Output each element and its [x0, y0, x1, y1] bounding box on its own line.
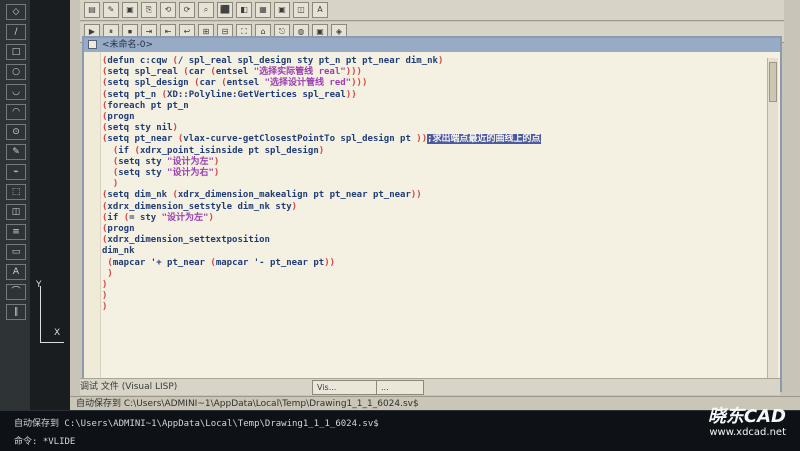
- visual-lisp-ide: ▤ ✎ ▣ ⎘ ⟲ ⟳ ⌕ ⬛ ◧ ▦ ▣ ◫ A ▶ ⏸ ⏹ ⇥ ⇤ ↩ ⊞ ⊟ ⛶ ⌂ ⎋ ◍ ▣ ◈ <未命名-0> (de…: [70, 0, 800, 410]
- code-line: (setq spl_design (car (entsel "选择设计管线 re…: [102, 78, 368, 89]
- code-line: ): [107, 268, 113, 279]
- command-history-line: 自动保存到 C:\Users\ADMINI~1\AppData\Local\Te…: [14, 419, 379, 429]
- autocad-left-toolbar: ◇ / □ ○ ◡ ◠ ⊙ ✎ ⌁ ⬚ ◫ ≡ ▭ A ⌒ ∥: [0, 0, 31, 410]
- scroll-thumb[interactable]: [769, 62, 777, 102]
- ucs-y-label: Y: [36, 280, 42, 290]
- code-area[interactable]: (defun c:cqw (/ spl_real spl_design sty …: [102, 56, 742, 314]
- code-line: ): [112, 179, 119, 190]
- code-line: (if (xdrx_point_isinside pt spl_design): [112, 145, 325, 156]
- code-line: (xdrx_dimension_settextposition: [102, 235, 270, 246]
- toolbar-button[interactable]: ▣: [122, 2, 138, 18]
- autocad-tool-icon[interactable]: ⊙: [6, 124, 26, 140]
- autocad-tool-icon[interactable]: ✎: [6, 144, 26, 160]
- toolbar-button[interactable]: ⟳: [179, 2, 195, 18]
- code-line: (xdrx_dimension_setstyle dim_nk sty): [102, 201, 298, 212]
- taskbar-item-2[interactable]: ...: [376, 380, 424, 395]
- editor-title: <未命名-0>: [102, 40, 154, 50]
- watermark: 晓东CAD www.xdcad.net: [666, 402, 786, 446]
- code-line: (if (= sty "设计为左"): [102, 212, 214, 223]
- autocad-tool-icon[interactable]: A: [6, 264, 26, 280]
- editor-body[interactable]: (defun c:cqw (/ spl_real spl_design sty …: [84, 52, 780, 388]
- watermark-brand: 晓东CAD: [707, 406, 786, 427]
- autocad-tool-icon[interactable]: /: [6, 24, 26, 40]
- code-line: (setq sty nil): [102, 123, 178, 134]
- toolbar-button[interactable]: ▣: [274, 2, 290, 18]
- autocad-tool-icon[interactable]: ≡: [6, 224, 26, 240]
- toolbar-button[interactable]: ▤: [84, 2, 100, 18]
- toolbar-button[interactable]: ⌕: [198, 2, 214, 18]
- autocad-tool-icon[interactable]: □: [6, 44, 26, 60]
- taskbar-item-1[interactable]: Vis...: [312, 380, 378, 395]
- autocad-tool-icon[interactable]: ∥: [6, 304, 26, 320]
- toolbar-button[interactable]: ▦: [255, 2, 271, 18]
- ucs-icon: Y X: [36, 280, 66, 350]
- toolbar-button[interactable]: A: [312, 2, 328, 18]
- code-line: (setq pt_n (XD::Polyline:GetVertices spl…: [102, 89, 357, 100]
- code-line: (defun c:cqw (/ spl_real spl_design sty …: [102, 56, 444, 66]
- toolbar-button[interactable]: ✎: [103, 2, 119, 18]
- code-line: dim_nk: [102, 246, 135, 257]
- vertical-scrollbar[interactable]: [767, 58, 778, 382]
- vlide-status-text: 调试 文件 (Visual LISP): [80, 382, 178, 392]
- code-line: (mapcar '+ pt_near (mapcar '- pt_near pt…: [107, 257, 336, 268]
- document-icon: [88, 40, 97, 49]
- autocad-tool-icon[interactable]: ◡: [6, 84, 26, 100]
- toolbar-button[interactable]: ◫: [293, 2, 309, 18]
- code-line: (setq sty "设计为右"): [112, 168, 220, 179]
- autocad-tool-icon[interactable]: ⌒: [6, 284, 26, 300]
- autocad-tool-icon[interactable]: ⬚: [6, 184, 26, 200]
- autocad-tool-icon[interactable]: ▭: [6, 244, 26, 260]
- code-line: (setq spl_real (car (entsel "选择实际管线 real…: [102, 67, 362, 78]
- autocad-tool-icon[interactable]: ○: [6, 64, 26, 80]
- vlide-toolbar-row-1: ▤ ✎ ▣ ⎘ ⟲ ⟳ ⌕ ⬛ ◧ ▦ ▣ ◫ A: [80, 0, 784, 21]
- code-line: ): [102, 280, 108, 291]
- code-line: (foreach pt pt_n: [102, 100, 189, 111]
- autocad-tool-icon[interactable]: ◠: [6, 104, 26, 120]
- watermark-url: www.xdcad.net: [709, 427, 786, 438]
- autocad-tool-icon[interactable]: ⌁: [6, 164, 26, 180]
- code-line: ): [102, 291, 108, 302]
- editor-title-bar[interactable]: <未命名-0>: [84, 38, 780, 52]
- code-line: (progn: [102, 112, 135, 123]
- code-editor-window: <未命名-0> (defun c:cqw (/ spl_real spl_des…: [82, 36, 782, 392]
- code-line: (setq pt_near (vlax-curve-getClosestPoin…: [102, 134, 541, 145]
- toolbar-button[interactable]: ◧: [236, 2, 252, 18]
- autocad-tool-icon[interactable]: ◇: [6, 4, 26, 20]
- code-line: ): [102, 302, 108, 313]
- editor-gutter: [84, 52, 101, 388]
- code-line: (progn: [102, 224, 135, 235]
- code-line: (setq sty "设计为左"): [112, 156, 220, 167]
- toolbar-button[interactable]: ⬛: [217, 2, 233, 18]
- autocad-tool-icon[interactable]: ◫: [6, 204, 26, 220]
- vlide-status-strip: 调试 文件 (Visual LISP) Vis... ...: [80, 378, 780, 395]
- toolbar-button[interactable]: ⟲: [160, 2, 176, 18]
- autocad-status-text: 自动保存到 C:\Users\ADMINI~1\AppData\Local\Te…: [76, 399, 419, 409]
- code-line: (setq dim_nk (xdrx_dimension_makealign p…: [102, 190, 422, 201]
- ucs-x-label: X: [54, 328, 61, 338]
- command-prompt[interactable]: 命令: *VLIDE: [14, 434, 75, 447]
- toolbar-button[interactable]: ⎘: [141, 2, 157, 18]
